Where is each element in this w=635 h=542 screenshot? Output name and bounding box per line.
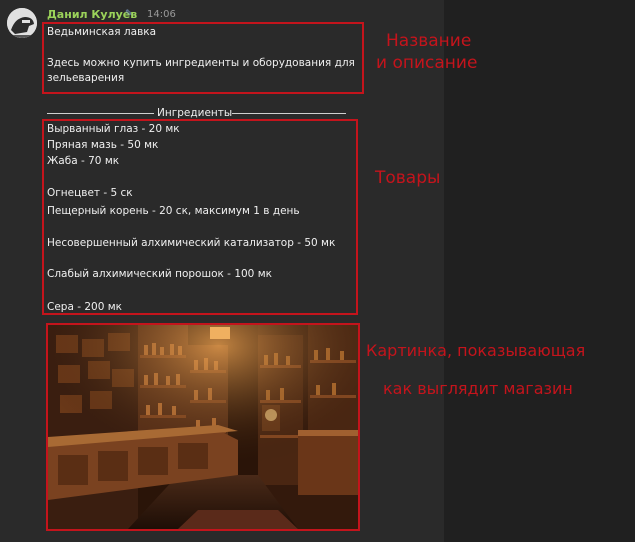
annotation-name-line1: Название [386, 31, 472, 51]
pencil-icon: ✎ [125, 9, 133, 19]
divider-left [47, 113, 154, 114]
shop-image[interactable] [46, 323, 360, 531]
item-1: Пряная мазь - 50 мк [47, 139, 159, 151]
divider-right [232, 113, 346, 114]
annotation-goods: Товары [375, 168, 441, 188]
item-5: Несовершенный алхимический катализатор -… [47, 237, 336, 249]
annotation-panel [444, 0, 635, 542]
avatar[interactable] [7, 8, 37, 38]
annotation-picture-line1: Картинка, показывающая [366, 341, 586, 360]
shop-title: Ведьминская лавка [47, 26, 157, 38]
user-avatar-icon [7, 8, 37, 38]
message-timestamp: 14:06 [147, 9, 176, 20]
annotation-picture-line2: как выглядит магазин [383, 379, 573, 398]
shop-description-line1: Здесь можно купить ингредиенты и оборудо… [47, 57, 355, 69]
item-6: Слабый алхимический порошок - 100 мк [47, 268, 272, 280]
shop-description-line2: зельеварения [47, 72, 125, 84]
section-heading: Ингредиенты [157, 107, 233, 119]
item-0: Вырванный глаз - 20 мк [47, 123, 180, 135]
annotation-name-line2: и описание [376, 53, 478, 73]
item-7: Сера - 200 мк [47, 301, 122, 313]
item-2: Жаба - 70 мк [47, 155, 120, 167]
author-name[interactable]: Данил Кулуев [47, 8, 137, 21]
item-3: Огнецвет - 5 ск [47, 187, 133, 199]
item-4: Пещерный корень - 20 ск, максимум 1 в де… [47, 205, 300, 217]
shop-interior-illustration [48, 325, 358, 529]
